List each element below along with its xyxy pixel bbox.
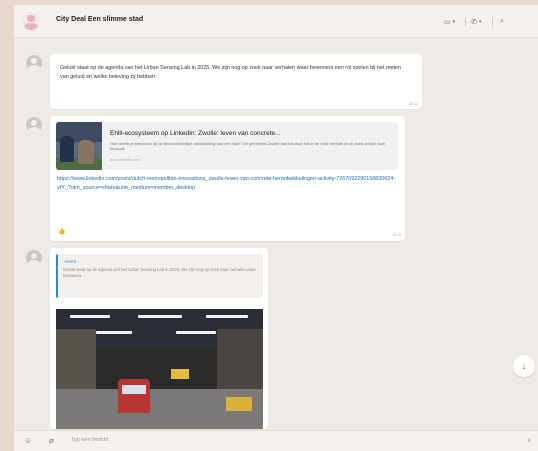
message-time: 10:13 xyxy=(392,233,401,237)
message-composer: ☺ ⌀ Typ een bericht ♀ xyxy=(14,430,538,451)
shared-photo[interactable] xyxy=(56,309,263,429)
chevron-down-icon: ▾ xyxy=(452,19,456,25)
message-input[interactable]: Typ een bericht xyxy=(71,437,109,443)
link-preview-thumbnail xyxy=(56,122,102,170)
chat-window: City Deal Een slimme stad ▭ ▾ ✆ ▾ ⌕ Gelu… xyxy=(14,5,538,451)
quoted-message[interactable]: ~Gerrit Gelukt staat op de agenda van he… xyxy=(56,254,263,298)
sender-avatar[interactable] xyxy=(26,55,42,71)
link-preview-title: Ehlll-ecosysteem op LinkedIn: Zwolle: le… xyxy=(110,130,281,137)
message-list[interactable]: Gelukt staat op de agenda van het Urban … xyxy=(14,39,538,429)
attach-icon[interactable]: ⌀ xyxy=(49,436,54,445)
message-bubble[interactable]: ~Gerrit Gelukt staat op de agenda van he… xyxy=(50,248,268,429)
quote-author: ~Gerrit xyxy=(63,259,76,264)
search-button[interactable]: ⌕ xyxy=(500,18,504,26)
video-call-button[interactable]: ▭ ▾ xyxy=(444,18,455,26)
header-divider xyxy=(492,17,493,27)
sender-avatar[interactable] xyxy=(26,250,42,266)
message-time: 10:12 xyxy=(409,102,418,106)
emoji-icon[interactable]: ☺ xyxy=(24,436,32,445)
scroll-down-button[interactable]: ↓ xyxy=(513,355,535,377)
message-bubble[interactable]: Gelukt staat op de agenda van het Urban … xyxy=(50,54,422,109)
link-preview-domain: www.linkedin.com xyxy=(110,158,141,162)
thumbs-up-icon[interactable]: 👍 xyxy=(58,228,65,235)
link-preview[interactable]: Ehlll-ecosysteem op LinkedIn: Zwolle: le… xyxy=(56,122,398,170)
search-icon: ⌕ xyxy=(500,18,504,25)
message-bubble[interactable]: Ehlll-ecosysteem op LinkedIn: Zwolle: le… xyxy=(50,116,405,241)
chat-title[interactable]: City Deal Een slimme stad xyxy=(56,16,143,23)
link-preview-description: Hoe bereik je bewoners bij de binnensted… xyxy=(110,141,386,151)
header-divider xyxy=(465,17,466,27)
phone-icon: ✆ xyxy=(471,19,477,26)
quote-text: Gelukt staat op de agenda van het Urban … xyxy=(63,267,256,278)
sender-avatar[interactable] xyxy=(26,117,42,133)
message-text: Gelukt staat op de agenda van het Urban … xyxy=(60,65,401,80)
voice-call-button[interactable]: ✆ ▾ xyxy=(471,18,481,26)
chevron-down-icon: ▾ xyxy=(478,19,482,25)
video-icon: ▭ xyxy=(444,19,451,26)
chat-header: City Deal Een slimme stad ▭ ▾ ✆ ▾ ⌕ xyxy=(14,5,538,38)
group-avatar[interactable] xyxy=(22,12,40,30)
microphone-icon[interactable]: ♀ xyxy=(526,436,532,445)
message-link[interactable]: https://www.linkedin.com/posts/dutch-met… xyxy=(57,175,397,192)
arrow-down-icon: ↓ xyxy=(521,361,527,371)
